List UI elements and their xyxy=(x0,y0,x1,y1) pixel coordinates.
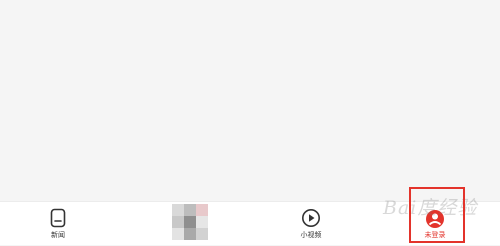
pixelated-mosaic-icon xyxy=(172,204,208,244)
highlight-annotation-box xyxy=(409,187,465,243)
tab-center-mosaic[interactable] xyxy=(160,202,220,246)
content-area xyxy=(0,0,500,201)
tab-small-video-label: 小视频 xyxy=(300,231,322,239)
tab-news-label: 新闻 xyxy=(51,231,65,239)
play-circle-icon xyxy=(301,208,321,232)
tab-small-video[interactable]: 小视频 xyxy=(281,202,341,246)
news-document-icon xyxy=(50,208,66,232)
tab-news[interactable]: 新闻 xyxy=(28,202,88,246)
